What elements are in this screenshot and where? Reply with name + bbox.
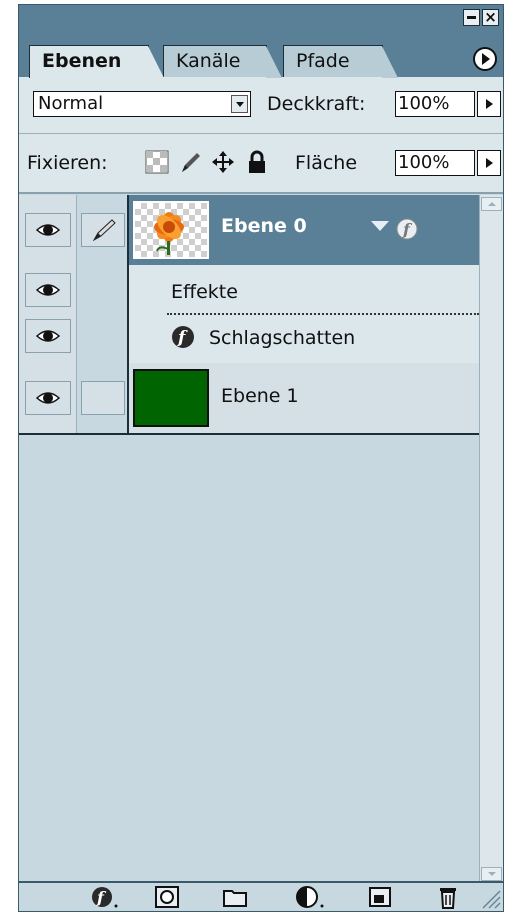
lock-image-brush-icon[interactable]	[179, 150, 203, 174]
layer-name[interactable]: Ebene 1	[221, 385, 299, 407]
scroll-up-button[interactable]	[481, 197, 502, 211]
layers-list: Ebene 0 f Effekte f Schlagschatten Ebene…	[19, 195, 481, 883]
selected-layer-header[interactable]: Ebene 0 f	[129, 195, 481, 265]
resize-grip-icon[interactable]	[479, 887, 501, 909]
eye-icon[interactable]	[25, 213, 71, 247]
tab-bar: Pfade Kanäle Ebenen	[19, 31, 503, 78]
effect-drop-shadow[interactable]: Schlagschatten	[209, 327, 355, 349]
lock-all-padlock-icon[interactable]	[245, 150, 269, 174]
effects-divider	[167, 313, 479, 315]
eye-icon[interactable]	[25, 319, 71, 353]
tab-layers[interactable]: Ebenen	[29, 45, 164, 78]
eye-icon[interactable]	[25, 273, 71, 307]
blend-row: Normal Deckkraft: 100%	[19, 77, 503, 134]
vertical-scrollbar[interactable]	[479, 195, 503, 883]
new-layer-icon[interactable]	[369, 887, 391, 907]
blend-mode-select[interactable]: Normal	[33, 91, 251, 117]
opacity-field[interactable]: 100%	[395, 91, 475, 117]
layers-panel: × Pfade Kanäle Ebenen Normal Deckkraft: …	[18, 4, 504, 912]
fill-field[interactable]: 100%	[395, 150, 475, 176]
panel-menu-button[interactable]	[473, 47, 497, 71]
effect-icon: f	[172, 326, 194, 348]
fill-slider-button[interactable]	[477, 150, 501, 176]
effects-header[interactable]: Effekte	[171, 281, 238, 303]
layer-effects-badge-icon[interactable]: f	[395, 217, 419, 241]
folder-icon[interactable]	[223, 887, 247, 907]
fill-label: Fläche	[295, 152, 358, 174]
opacity-slider-button[interactable]	[477, 91, 501, 117]
minimize-button[interactable]	[463, 9, 480, 26]
lock-transparency-icon[interactable]	[145, 150, 169, 174]
link-toggle-cell[interactable]	[81, 381, 125, 415]
tab-paths[interactable]: Pfade	[283, 45, 398, 78]
expand-effects-triangle-icon[interactable]	[371, 221, 389, 231]
opacity-label: Deckkraft:	[267, 93, 366, 115]
close-button[interactable]: ×	[482, 9, 499, 26]
flower-icon	[154, 212, 184, 255]
paintbrush-icon[interactable]	[81, 213, 125, 247]
scroll-down-button[interactable]	[481, 867, 502, 881]
lock-position-move-icon[interactable]	[211, 150, 235, 174]
mask-icon[interactable]	[155, 886, 179, 908]
lock-label: Fixieren:	[27, 152, 108, 174]
eye-icon[interactable]	[25, 381, 71, 415]
footer-bar: f	[19, 881, 503, 911]
blend-mode-value: Normal	[38, 93, 104, 114]
title-bar: ×	[19, 5, 503, 31]
layers-end-divider	[19, 433, 481, 435]
chevron-down-icon[interactable]	[231, 95, 248, 113]
layer-style-icon[interactable]: f	[91, 885, 119, 909]
adjustment-layer-icon[interactable]	[295, 885, 325, 909]
trash-icon[interactable]	[437, 885, 459, 909]
layer-thumbnail	[133, 369, 209, 427]
tab-channels[interactable]: Kanäle	[163, 45, 282, 78]
lock-row: Fixieren: Fläche 100%	[19, 134, 503, 194]
layer-name[interactable]: Ebene 0	[221, 215, 307, 237]
layer-thumbnail	[133, 201, 209, 259]
